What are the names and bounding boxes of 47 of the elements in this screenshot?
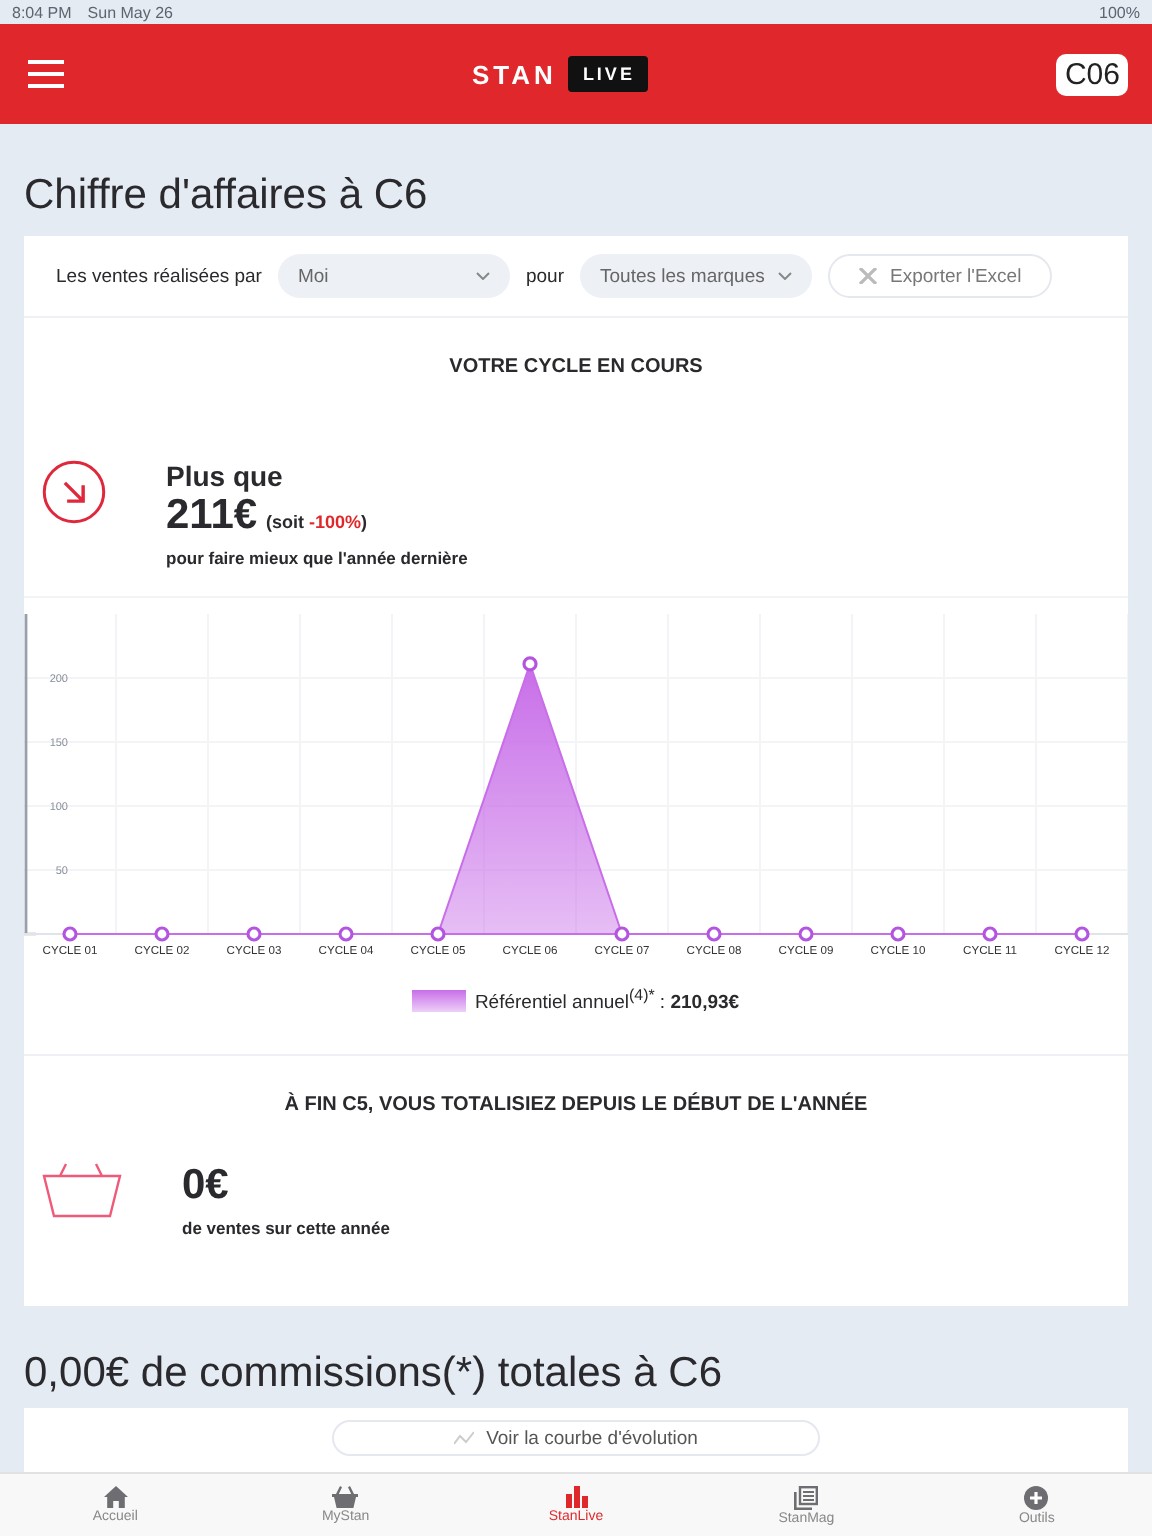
legend-label: Référentiel annuel$^{(4)*}$ : 210,93€	[474, 986, 740, 1015]
kpi-change: (soit -100%)	[266, 512, 368, 532]
kpi-label: Plus que	[166, 460, 285, 492]
status-time: 8:04 PM	[12, 3, 72, 21]
data-point	[1074, 926, 1090, 942]
line-chart-icon	[454, 1430, 475, 1447]
data-point	[614, 926, 630, 942]
commissions-title: 0,00€ de commissions(*) totales à C6	[22, 1348, 724, 1401]
basket-icon	[332, 1486, 359, 1508]
data-point	[522, 656, 538, 672]
export-excel-button[interactable]: Exporter l'Excel	[828, 254, 1052, 298]
kpi-caption: pour faire mieux que l'année dernière	[166, 548, 468, 568]
data-point	[798, 926, 814, 942]
brand-dropdown[interactable]: Toutes les marques	[580, 254, 812, 298]
data-point	[246, 926, 262, 942]
page-title: Chiffre d'affaires à C6	[22, 170, 430, 222]
pages-icon	[794, 1485, 819, 1509]
home-icon	[103, 1486, 128, 1508]
section-heading: VOTRE CYCLE EN COURS	[447, 354, 705, 382]
section-heading: À FIN C5, VOUS TOTALISIEZ DEPUIS LE DÉBUT DE L'ANNÉE	[282, 1090, 870, 1121]
data-point	[890, 926, 906, 942]
add-circle-icon	[1024, 1485, 1049, 1509]
legend-swatch	[412, 989, 467, 1012]
menu-icon[interactable]	[28, 60, 64, 88]
chevron-down-icon	[778, 272, 792, 280]
cycle-badge[interactable]: C06	[1056, 53, 1128, 95]
data-point	[430, 926, 446, 942]
data-point	[154, 926, 170, 942]
data-point	[338, 926, 354, 942]
bar-chart-icon	[565, 1486, 587, 1508]
basket-icon	[42, 1162, 122, 1219]
evolution-button[interactable]: Voir la courbe d'évolution	[332, 1420, 820, 1457]
battery-level: 100%	[1099, 3, 1140, 21]
year-total-amount: 0€	[182, 1162, 231, 1211]
logo-text: STAN	[472, 59, 557, 89]
filter-connector: pour	[525, 265, 564, 287]
kpi-amount: 211€	[166, 492, 258, 538]
data-point	[706, 926, 722, 942]
status-date: Sun May 26	[87, 3, 173, 21]
data-point	[62, 926, 78, 942]
excel-x-icon	[858, 268, 878, 284]
year-total-caption: de ventes sur cette année	[182, 1218, 390, 1239]
data-point	[982, 926, 998, 942]
filter-label: Les ventes réalisées par	[56, 265, 262, 287]
chevron-down-icon	[475, 272, 490, 280]
logo-speech-bubble: LIVE	[568, 56, 649, 92]
seller-dropdown[interactable]: Moi	[277, 254, 510, 298]
